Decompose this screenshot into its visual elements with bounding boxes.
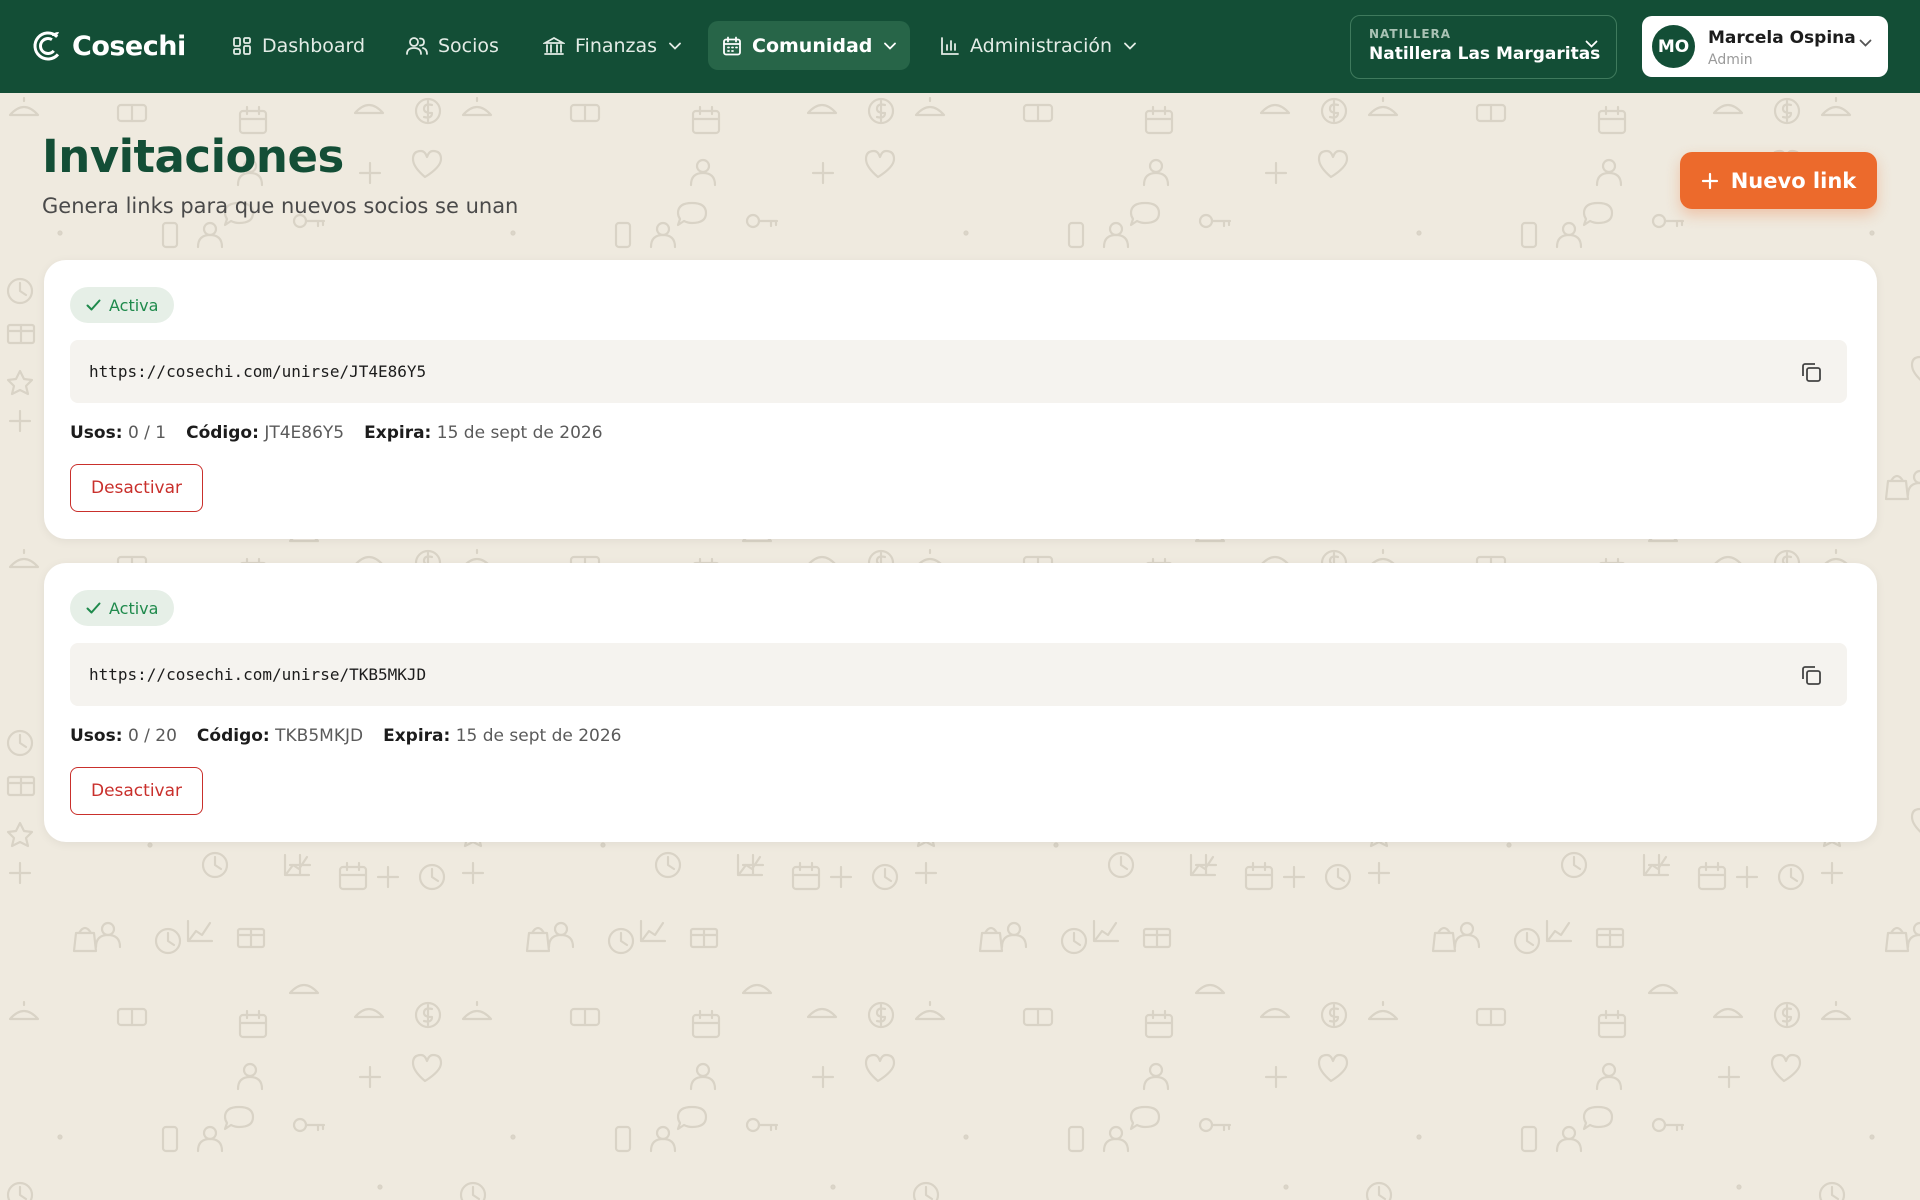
expires-value: 15 de sept de 2026: [455, 726, 622, 746]
natillera-selector-value: Natillera Las Margaritas: [1369, 44, 1601, 64]
nav-label-comunidad: Comunidad: [752, 34, 873, 57]
plus-icon: [1701, 172, 1718, 189]
nav-item-socios[interactable]: Socios: [392, 21, 513, 70]
invite-link-box: https://cosechi.com/unirse/JT4E86Y5: [70, 340, 1847, 403]
natillera-selector-caption: NATILLERA: [1369, 27, 1452, 41]
chevron-down-icon: [669, 42, 681, 50]
uses-value: 0 / 20: [127, 726, 177, 746]
code-value: TKB5MKJD: [275, 726, 364, 746]
user-menu[interactable]: MO Marcela Ospina Admin: [1642, 16, 1888, 77]
nav-item-finanzas[interactable]: Finanzas: [529, 21, 695, 70]
code-label: Código:: [186, 423, 259, 443]
calendar-icon: [723, 36, 741, 55]
code-label: Código:: [196, 726, 270, 746]
code-value: JT4E86Y5: [264, 423, 345, 443]
nav-item-administracion[interactable]: Administración: [926, 21, 1150, 70]
user-name: Marcela Ospina: [1708, 28, 1856, 48]
expires-label: Expira:: [364, 423, 432, 443]
invitation-card: Activa https://cosechi.com/unirse/JT4E86…: [44, 260, 1877, 539]
status-label: Activa: [109, 295, 159, 315]
nav-label-finanzas: Finanzas: [575, 34, 658, 57]
chevron-down-icon: [884, 42, 897, 50]
copy-icon[interactable]: [1799, 360, 1823, 384]
chevron-down-icon: [1859, 39, 1872, 47]
nav-item-dashboard[interactable]: Dashboard: [218, 21, 379, 70]
new-link-label: Nuevo link: [1730, 168, 1857, 193]
status-badge: Activa: [70, 287, 175, 323]
nav-label-dashboard: Dashboard: [262, 34, 366, 57]
deactivate-button[interactable]: Desactivar: [70, 767, 203, 815]
invitation-meta: Usos: 0 / 20 Código: TKB5MKJD Expira: 15…: [70, 726, 622, 746]
invite-link-box: https://cosechi.com/unirse/TKB5MKJD: [70, 643, 1847, 706]
nav-item-comunidad[interactable]: Comunidad: [708, 21, 911, 70]
status-label: Activa: [109, 598, 159, 618]
invitation-card: Activa https://cosechi.com/unirse/TKB5MK…: [44, 563, 1877, 842]
check-icon: [86, 602, 101, 614]
copy-icon[interactable]: [1799, 663, 1823, 687]
chevron-down-icon: [1585, 40, 1598, 48]
users-icon: [406, 36, 428, 55]
new-link-button[interactable]: Nuevo link: [1680, 152, 1877, 209]
uses-label: Usos:: [70, 423, 123, 443]
avatar: MO: [1652, 25, 1695, 68]
check-icon: [86, 299, 101, 311]
natillera-selector[interactable]: NATILLERA Natillera Las Margaritas: [1350, 15, 1617, 79]
page-title: Invitaciones: [42, 130, 344, 183]
user-role: Admin: [1708, 52, 1753, 68]
invite-link-url[interactable]: https://cosechi.com/unirse/JT4E86Y5: [89, 362, 426, 381]
invitation-meta: Usos: 0 / 1 Código: JT4E86Y5 Expira: 15 …: [70, 423, 603, 443]
chevron-down-icon: [1124, 42, 1136, 50]
page-subtitle: Genera links para que nuevos socios se u…: [42, 194, 519, 218]
status-badge: Activa: [70, 590, 175, 626]
cosechi-logo-icon: [33, 31, 63, 61]
nav-label-administracion: Administración: [970, 34, 1113, 57]
uses-label: Usos:: [70, 726, 123, 746]
expires-value: 15 de sept de 2026: [436, 423, 603, 443]
expires-label: Expira:: [383, 726, 451, 746]
dashboard-icon: [233, 36, 251, 55]
bar-chart-icon: [941, 36, 959, 55]
invite-link-url[interactable]: https://cosechi.com/unirse/TKB5MKJD: [89, 665, 426, 684]
top-navigation: Cosechi Dashboard Socios Finanzas Comuni…: [0, 0, 1920, 93]
brand-name: Cosechi: [72, 30, 186, 62]
uses-value: 0 / 1: [127, 423, 167, 443]
bank-icon: [543, 36, 565, 55]
nav-label-socios: Socios: [438, 34, 499, 57]
brand-logo[interactable]: Cosechi: [32, 28, 186, 64]
deactivate-button[interactable]: Desactivar: [70, 464, 203, 512]
